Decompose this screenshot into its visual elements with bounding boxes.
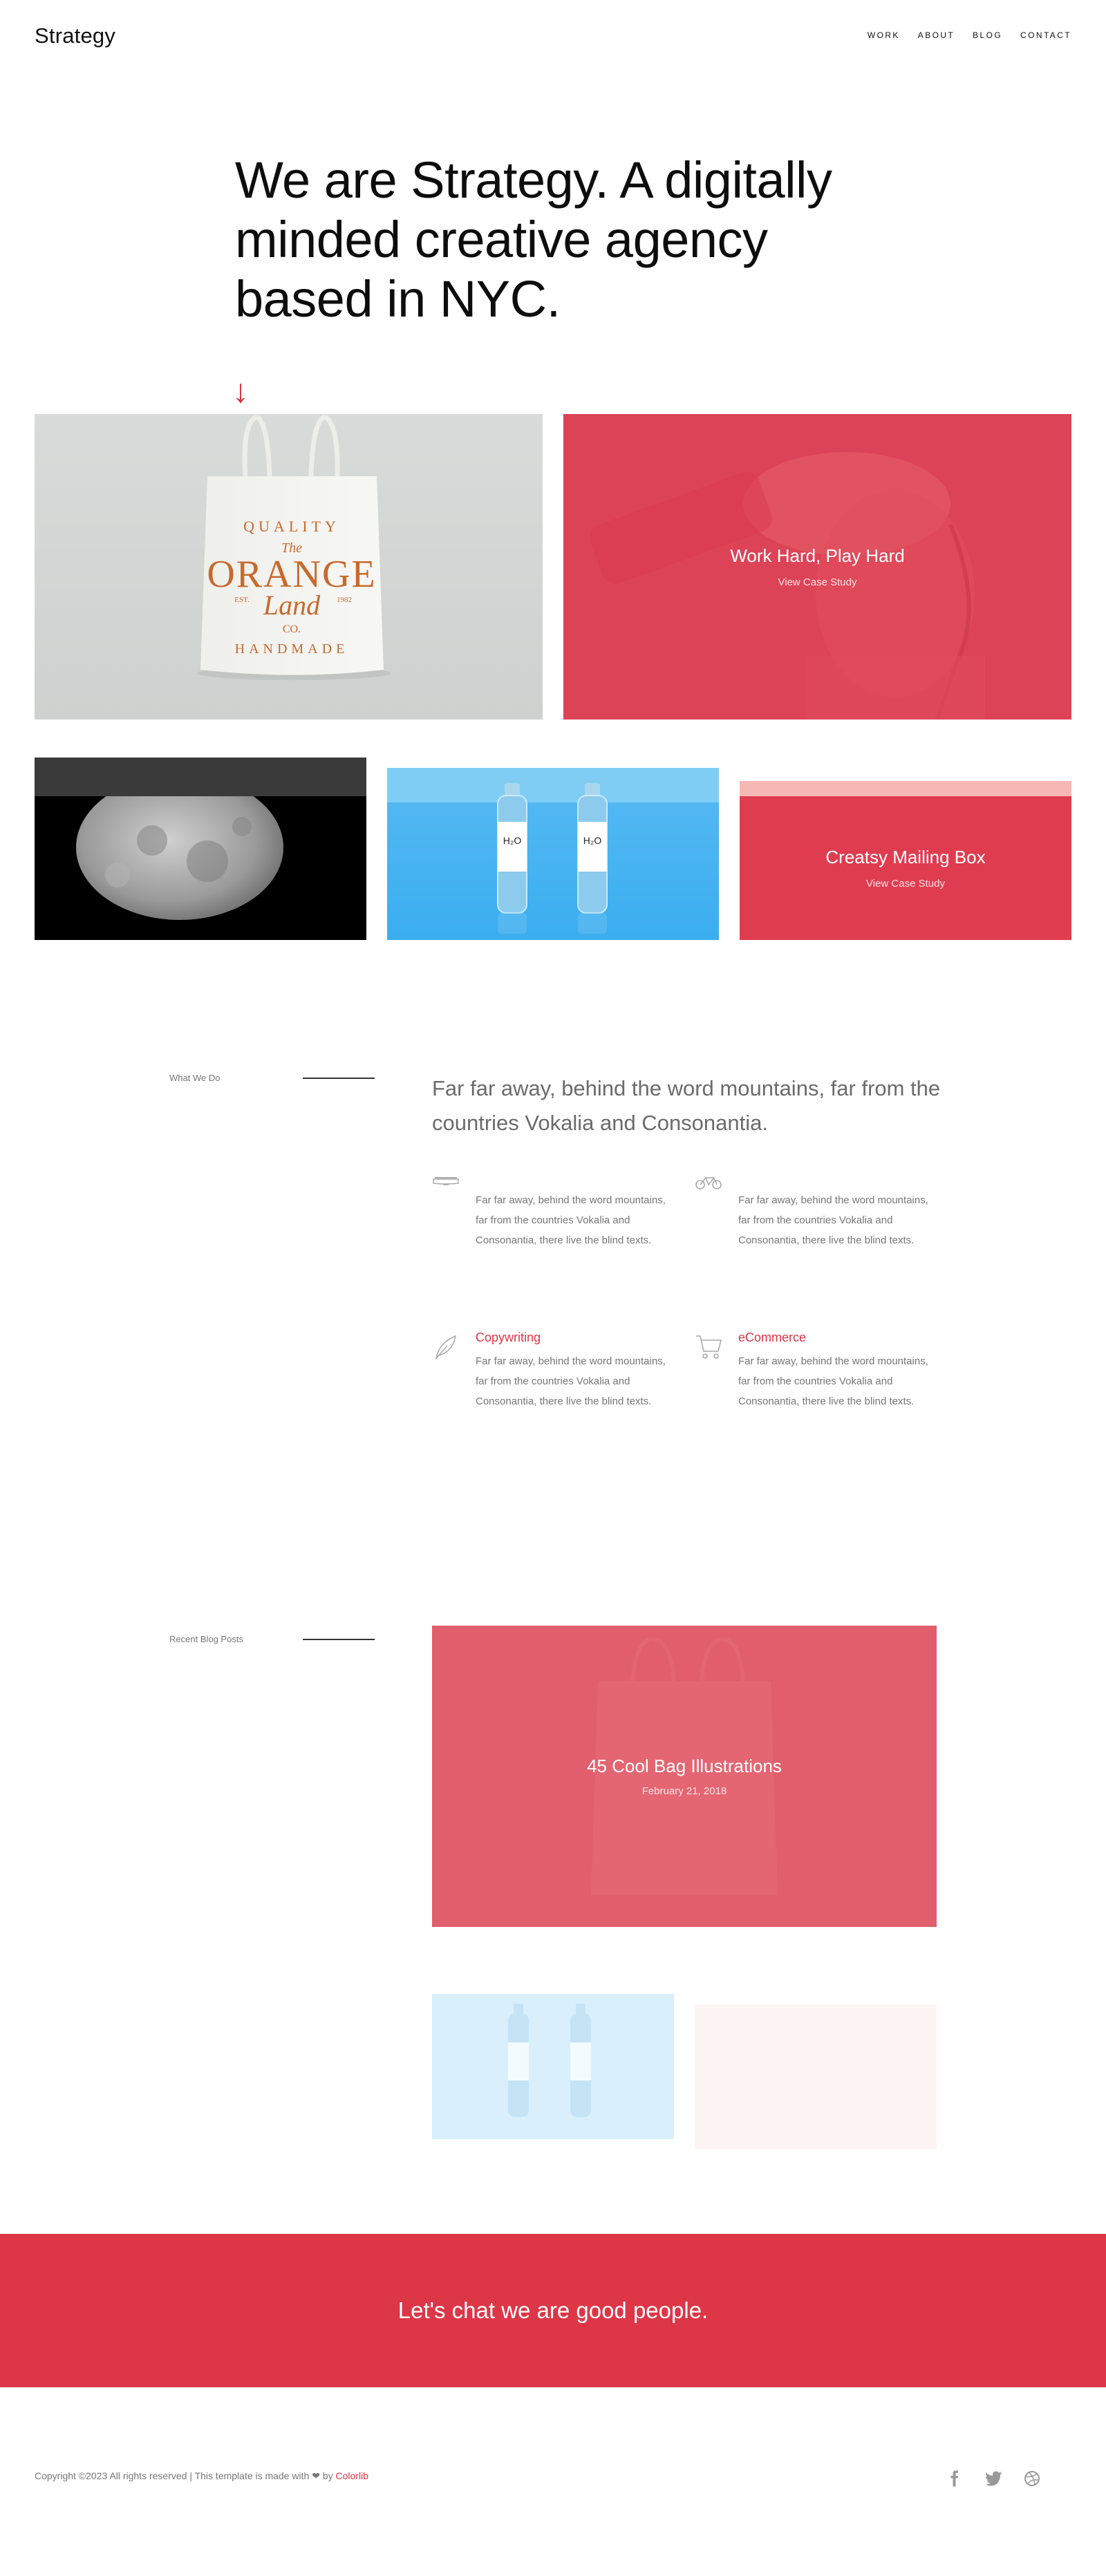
blog-post-bottles-image bbox=[508, 2004, 591, 2117]
nav-about[interactable]: About bbox=[918, 30, 955, 40]
shopping-cart-icon bbox=[695, 1333, 722, 1361]
work-tile-creatsy-mailing-box[interactable]: Creatsy Mailing Box View Case Study bbox=[740, 781, 1071, 940]
tile-title: Work Hard, Play Hard bbox=[730, 545, 905, 566]
bicycle-icon bbox=[695, 1175, 722, 1203]
svg-text:HANDMADE: HANDMADE bbox=[235, 641, 349, 657]
colorlib-link[interactable]: Colorlib bbox=[336, 2470, 368, 2481]
tote-bag-image: QUALITY The ORANGE EST. 1982 Land CO. HA… bbox=[197, 414, 391, 680]
heart-icon: ❤ bbox=[312, 2470, 320, 2481]
site-logo[interactable]: Strategy bbox=[35, 23, 115, 48]
service-item-ecommerce: eCommerce Far far away, behind the word … bbox=[695, 1331, 928, 1434]
service-item-copywriting: Copywriting Far far away, behind the wor… bbox=[432, 1331, 666, 1434]
nav-contact[interactable]: Contact bbox=[1020, 30, 1071, 40]
tile-title: Creatsy Mailing Box bbox=[825, 847, 986, 867]
svg-text:1982: 1982 bbox=[337, 596, 352, 604]
blog-post-card-bottles[interactable] bbox=[432, 1994, 674, 2139]
cta-banner[interactable]: Let's chat we are good people. bbox=[0, 2234, 1106, 2387]
svg-text:QUALITY: QUALITY bbox=[243, 518, 340, 535]
section-divider bbox=[303, 1078, 375, 1079]
moon-image bbox=[35, 758, 366, 920]
service-title: eCommerce bbox=[738, 1331, 807, 1344]
h2o-bottles-image: H₂O H₂O bbox=[387, 768, 719, 934]
what-we-do-lead: Far far away, behind the word mountains,… bbox=[432, 1076, 941, 1135]
arrow-down-icon[interactable]: ↓ bbox=[232, 375, 249, 408]
blog-post-card[interactable]: 45 Cool Bag Illustrations February 21, 2… bbox=[432, 1626, 937, 1927]
footer-copyright: Copyright ©2023 All rights reserved | Th… bbox=[35, 2470, 368, 2482]
dribbble-icon[interactable] bbox=[1024, 2470, 1040, 2487]
service-text: Far far away, behind the word mountains,… bbox=[738, 1355, 928, 1407]
blog-post-caption: 45 Cool Bag Illustrations February 21, 2… bbox=[432, 1626, 937, 1927]
service-text: Far far away, behind the word mountains,… bbox=[476, 1355, 666, 1407]
svg-text:H₂O: H₂O bbox=[583, 835, 602, 846]
work-tile-tote-bag[interactable]: QUALITY The ORANGE EST. 1982 Land CO. HA… bbox=[35, 414, 543, 720]
service-item-design: Far far away, behind the word mountains,… bbox=[432, 1175, 666, 1279]
work-tile-work-hard-play-hard[interactable]: Work Hard, Play Hard View Case Study bbox=[563, 414, 1071, 720]
nav-blog[interactable]: Blog bbox=[973, 30, 1002, 40]
svg-text:Land: Land bbox=[263, 590, 321, 621]
work-tile-h2o-bottles[interactable]: H₂O H₂O bbox=[387, 768, 719, 940]
view-case-study-link[interactable]: View Case Study bbox=[866, 878, 945, 890]
work-tile-moon[interactable] bbox=[35, 758, 366, 940]
twitter-icon[interactable] bbox=[985, 2470, 1002, 2487]
feather-pen-icon bbox=[432, 1333, 460, 1361]
service-item-development: Far far away, behind the word mountains,… bbox=[695, 1175, 928, 1279]
blog-post-title[interactable]: 45 Cool Bag Illustrations bbox=[587, 1756, 782, 1777]
blog-post-date: February 21, 2018 bbox=[641, 1785, 727, 1797]
cta-text[interactable]: Let's chat we are good people. bbox=[398, 2297, 708, 2324]
view-case-study-link[interactable]: View Case Study bbox=[778, 576, 857, 588]
blog-post-card-faded[interactable] bbox=[695, 2004, 937, 2150]
nav-work[interactable]: Work bbox=[868, 30, 900, 40]
svg-text:CO.: CO. bbox=[283, 623, 301, 635]
copyright-text: Copyright ©2023 All rights reserved | Th… bbox=[35, 2470, 310, 2481]
section-divider bbox=[303, 1639, 375, 1640]
hero-title: We are Strategy. A digitally minded crea… bbox=[235, 151, 832, 328]
copyright-by: by bbox=[322, 2470, 333, 2481]
section-label-recent-blog-posts: Recent Blog Posts bbox=[169, 1634, 243, 1644]
monitor-icon bbox=[432, 1176, 460, 1204]
svg-text:EST.: EST. bbox=[234, 596, 250, 604]
facebook-icon[interactable] bbox=[946, 2470, 963, 2487]
svg-text:H₂O: H₂O bbox=[503, 835, 522, 846]
service-title: Copywriting bbox=[476, 1331, 541, 1344]
main-nav: Work About Blog Contact bbox=[868, 30, 1071, 40]
tile-caption: Creatsy Mailing Box View Case Study bbox=[740, 796, 1071, 940]
service-text: Far far away, behind the word mountains,… bbox=[738, 1194, 928, 1246]
service-text: Far far away, behind the word mountains,… bbox=[476, 1194, 666, 1246]
social-links bbox=[946, 2470, 1040, 2487]
tile-caption: Work Hard, Play Hard View Case Study bbox=[563, 414, 1071, 720]
section-label-what-we-do: What We Do bbox=[169, 1073, 221, 1083]
